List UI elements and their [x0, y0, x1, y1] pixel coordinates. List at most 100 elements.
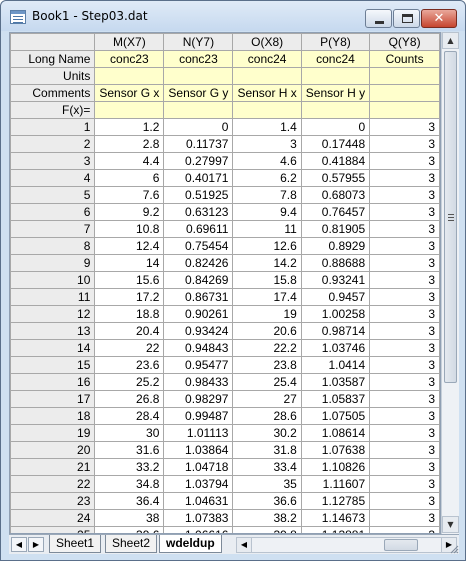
data-cell[interactable]: 4.4: [94, 152, 165, 170]
vertical-scrollbar[interactable]: ▲ ▼: [441, 32, 459, 534]
data-cell[interactable]: 1.05837: [300, 390, 371, 408]
data-cell[interactable]: 22: [94, 339, 165, 357]
row-number[interactable]: 18: [10, 407, 96, 425]
row-number[interactable]: 16: [10, 373, 96, 391]
label-cell[interactable]: Sensor H x: [232, 84, 302, 102]
data-cell[interactable]: 0.76457: [300, 203, 371, 221]
data-cell[interactable]: 3: [369, 458, 440, 476]
scroll-up-button[interactable]: ▲: [442, 32, 459, 49]
data-cell[interactable]: 1.04631: [163, 492, 234, 510]
data-cell[interactable]: 1.0414: [300, 356, 371, 374]
data-cell[interactable]: 0.93424: [163, 322, 234, 340]
data-cell[interactable]: 3: [369, 407, 440, 425]
data-cell[interactable]: 26.8: [94, 390, 165, 408]
data-cell[interactable]: 1.4: [232, 118, 302, 136]
data-cell[interactable]: 31.6: [94, 441, 165, 459]
label-cell[interactable]: [94, 101, 165, 119]
data-cell[interactable]: 39.6: [94, 526, 165, 533]
data-cell[interactable]: 3: [369, 526, 440, 533]
data-cell[interactable]: 39.8: [232, 526, 302, 533]
data-cell[interactable]: 22.2: [232, 339, 302, 357]
data-cell[interactable]: 38: [94, 509, 165, 527]
column-header[interactable]: O(X8): [232, 33, 302, 51]
data-cell[interactable]: 36.4: [94, 492, 165, 510]
data-cell[interactable]: 3: [369, 169, 440, 187]
row-number[interactable]: 20: [10, 441, 96, 459]
data-cell[interactable]: 11: [232, 220, 302, 238]
row-number[interactable]: 8: [10, 237, 96, 255]
data-cell[interactable]: 34.8: [94, 475, 165, 493]
data-cell[interactable]: 33.4: [232, 458, 302, 476]
tab-wdeldup[interactable]: wdeldup: [159, 535, 222, 553]
row-number[interactable]: 19: [10, 424, 96, 442]
label-cell[interactable]: [369, 101, 440, 119]
row-number[interactable]: 12: [10, 305, 96, 323]
data-cell[interactable]: 15.6: [94, 271, 165, 289]
data-cell[interactable]: 1.12785: [300, 492, 371, 510]
data-cell[interactable]: 3: [369, 322, 440, 340]
data-cell[interactable]: 14: [94, 254, 165, 272]
data-cell[interactable]: 30.2: [232, 424, 302, 442]
corner-cell[interactable]: [10, 33, 96, 51]
data-cell[interactable]: 3: [369, 390, 440, 408]
label-cell[interactable]: conc24: [300, 50, 371, 68]
data-cell[interactable]: 0.51925: [163, 186, 234, 204]
data-cell[interactable]: 0.9457: [300, 288, 371, 306]
row-number[interactable]: 11: [10, 288, 96, 306]
data-cell[interactable]: 12.6: [232, 237, 302, 255]
data-cell[interactable]: 3: [369, 441, 440, 459]
data-cell[interactable]: 0.93241: [300, 271, 371, 289]
data-cell[interactable]: 0.40171: [163, 169, 234, 187]
data-cell[interactable]: 23.6: [94, 356, 165, 374]
data-cell[interactable]: 38.2: [232, 509, 302, 527]
data-cell[interactable]: 3: [369, 492, 440, 510]
row-number[interactable]: 24: [10, 509, 96, 527]
row-label[interactable]: Units: [10, 67, 96, 85]
row-label[interactable]: Long Name: [10, 50, 96, 68]
label-cell[interactable]: conc23: [94, 50, 165, 68]
data-cell[interactable]: 33.2: [94, 458, 165, 476]
data-cell[interactable]: 31.8: [232, 441, 302, 459]
label-cell[interactable]: [94, 67, 165, 85]
column-header[interactable]: N(Y7): [163, 33, 234, 51]
data-cell[interactable]: 0.8929: [300, 237, 371, 255]
data-cell[interactable]: 20.6: [232, 322, 302, 340]
label-cell[interactable]: [232, 67, 302, 85]
data-cell[interactable]: 18.8: [94, 305, 165, 323]
data-cell[interactable]: 3: [369, 373, 440, 391]
data-cell[interactable]: 1.01113: [163, 424, 234, 442]
label-cell[interactable]: conc24: [232, 50, 302, 68]
data-cell[interactable]: 0.86731: [163, 288, 234, 306]
column-header[interactable]: M(X7): [94, 33, 165, 51]
first-sheet-button[interactable]: ◀: [11, 537, 27, 552]
label-cell[interactable]: [232, 101, 302, 119]
next-sheet-button[interactable]: ▶: [28, 537, 44, 552]
tab-sheet2[interactable]: Sheet2: [105, 535, 158, 553]
data-cell[interactable]: 1.14673: [300, 509, 371, 527]
data-cell[interactable]: 9.2: [94, 203, 165, 221]
data-cell[interactable]: 0.98297: [163, 390, 234, 408]
data-cell[interactable]: 1.03587: [300, 373, 371, 391]
label-cell[interactable]: [300, 101, 371, 119]
horizontal-scrollbar[interactable]: ◀ ▶: [236, 537, 457, 553]
resize-grip-icon[interactable]: [449, 544, 459, 554]
row-number[interactable]: 23: [10, 492, 96, 510]
data-cell[interactable]: 3: [369, 356, 440, 374]
data-cell[interactable]: 0: [163, 118, 234, 136]
data-cell[interactable]: 3: [369, 339, 440, 357]
column-header[interactable]: Q(Y8): [369, 33, 440, 51]
vertical-scroll-thumb[interactable]: [444, 51, 457, 383]
data-cell[interactable]: 1.08614: [300, 424, 371, 442]
data-cell[interactable]: 1.03864: [163, 441, 234, 459]
data-cell[interactable]: 0: [300, 118, 371, 136]
maximize-button[interactable]: [393, 9, 420, 28]
label-cell[interactable]: [163, 67, 234, 85]
data-cell[interactable]: 1.06616: [163, 526, 234, 533]
data-cell[interactable]: 1.07383: [163, 509, 234, 527]
row-label[interactable]: F(x)=: [10, 101, 96, 119]
row-number[interactable]: 6: [10, 203, 96, 221]
data-cell[interactable]: 27: [232, 390, 302, 408]
data-cell[interactable]: 0.75454: [163, 237, 234, 255]
data-cell[interactable]: 0.63123: [163, 203, 234, 221]
label-cell[interactable]: Counts: [369, 50, 440, 68]
